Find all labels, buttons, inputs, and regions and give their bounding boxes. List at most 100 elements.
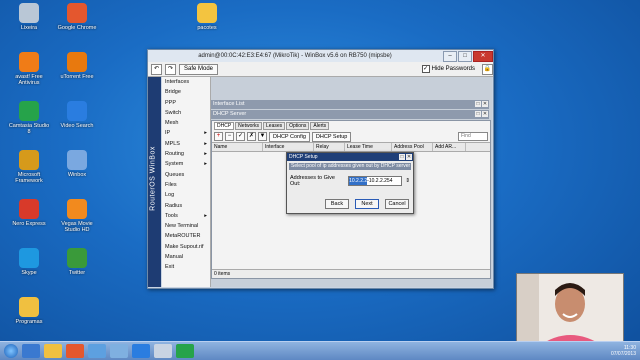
close-icon[interactable]: ✕ — [482, 101, 488, 107]
dhcp-server-titlebar[interactable]: DHCP Server □ ✕ — [211, 110, 489, 119]
restore-icon[interactable]: □ — [399, 154, 405, 160]
menu-item[interactable]: PPP — [162, 98, 210, 108]
app-icon[interactable] — [19, 101, 39, 121]
menu-item[interactable]: IP ▸ — [162, 128, 210, 138]
taskbar-app-icon[interactable] — [66, 344, 84, 358]
desktop-icon[interactable]: Winbox — [56, 150, 98, 178]
column-header[interactable]: Relay — [314, 143, 345, 151]
find-input[interactable]: Find — [458, 132, 488, 141]
desktop-icon[interactable]: Lixeira — [8, 3, 50, 31]
menu-item[interactable]: MPLS ▸ — [162, 139, 210, 149]
app-icon[interactable] — [19, 3, 39, 23]
desktop-icon[interactable]: pacotes — [186, 3, 228, 31]
desktop-icon[interactable]: Google Chrome — [56, 3, 98, 31]
app-icon[interactable] — [19, 248, 39, 268]
spin-icon[interactable]: ⇕ — [405, 178, 410, 184]
desktop-icon[interactable]: Video Search — [56, 101, 98, 129]
app-icon[interactable] — [67, 101, 87, 121]
app-icon[interactable] — [67, 52, 87, 72]
desktop-icon[interactable]: avast! Free Antivirus — [8, 52, 50, 86]
taskbar-app-icon[interactable] — [88, 344, 106, 358]
app-icon[interactable] — [67, 150, 87, 170]
minimize-button[interactable]: – — [443, 50, 457, 62]
enable-icon[interactable]: ✓ — [236, 132, 245, 141]
back-button[interactable]: Back — [325, 199, 349, 209]
close-button[interactable]: ✕ — [473, 50, 493, 62]
safe-mode-button[interactable]: Safe Mode — [179, 63, 219, 75]
app-icon[interactable] — [19, 150, 39, 170]
restore-icon[interactable]: □ — [475, 101, 481, 107]
desktop-icon[interactable]: Vegas Movie Studio HD — [56, 199, 98, 233]
undo-icon[interactable]: ↶ — [151, 63, 162, 75]
column-header[interactable]: Add AR... — [433, 143, 466, 151]
app-icon[interactable] — [19, 199, 39, 219]
title-bar[interactable]: admin@00:0C:42:E3:E4:67 (MikroTik) - Win… — [148, 50, 493, 62]
restore-icon[interactable]: □ — [475, 111, 481, 117]
menu-item[interactable]: Manual — [162, 252, 210, 262]
tab-networks[interactable]: Networks — [235, 122, 263, 130]
menu-item[interactable]: New Terminal — [162, 221, 210, 231]
desktop-icon[interactable]: Microsoft Framework — [8, 150, 50, 184]
desktop-icon[interactable]: Twitter — [56, 248, 98, 276]
column-header[interactable]: Address Pool — [392, 143, 433, 151]
dialog-titlebar[interactable]: DHCP Setup □ ✕ — [287, 153, 413, 161]
app-icon[interactable] — [67, 248, 87, 268]
taskbar-app-icon[interactable] — [154, 344, 172, 358]
menu-item[interactable]: Mesh — [162, 118, 210, 128]
remove-icon[interactable]: − — [225, 132, 234, 141]
next-button[interactable]: Next — [355, 199, 379, 209]
desktop-icon[interactable]: Camtasia Studio 8 — [8, 101, 50, 135]
app-icon[interactable] — [197, 3, 217, 23]
hide-passwords-toggle[interactable]: ✓ Hide Passwords — [421, 65, 475, 73]
column-header[interactable]: Name — [212, 143, 263, 151]
menu-item[interactable]: System ▸ — [162, 159, 210, 169]
clock[interactable]: 11:30 07/07/2013 — [611, 345, 636, 357]
menu-item[interactable]: Routing ▸ — [162, 149, 210, 159]
address-pool-input[interactable]: 10.2.2.2 -10.2.2.254 — [348, 176, 403, 186]
app-icon[interactable] — [19, 52, 39, 72]
tab-dhcp[interactable]: DHCP — [214, 122, 235, 130]
desktop-icon[interactable]: Programas — [8, 297, 50, 325]
tab-options[interactable]: Options — [286, 122, 310, 130]
column-header[interactable]: Lease Time — [345, 143, 392, 151]
app-icon[interactable] — [67, 199, 87, 219]
menu-item-label: MetaROUTER — [165, 233, 201, 240]
maximize-button[interactable]: □ — [458, 50, 472, 62]
column-header[interactable]: Interface — [263, 143, 314, 151]
taskbar-app-icon[interactable] — [132, 344, 150, 358]
taskbar-app-icon[interactable] — [22, 344, 40, 358]
menu-item[interactable]: Tools ▸ — [162, 211, 210, 221]
menu-item[interactable]: Exit — [162, 262, 210, 272]
menu-item[interactable]: MetaROUTER — [162, 231, 210, 241]
desktop-icon[interactable]: Nero Express — [8, 199, 50, 227]
tab-leases[interactable]: Leases — [263, 122, 286, 130]
desktop-icon[interactable]: Skype — [8, 248, 50, 276]
menu-item[interactable]: Make Supout.rif — [162, 242, 210, 252]
start-button-icon[interactable] — [4, 344, 18, 358]
interface-list-bar[interactable]: Interface List □ ✕ — [211, 100, 489, 109]
app-icon[interactable] — [67, 3, 87, 23]
dhcp-setup-button[interactable]: DHCP Setup — [311, 131, 352, 142]
tab-alerts[interactable]: Alerts — [310, 122, 330, 130]
taskbar-app-icon[interactable] — [44, 344, 62, 358]
add-icon[interactable]: + — [214, 132, 223, 141]
disable-icon[interactable]: ✗ — [247, 132, 256, 141]
filter-icon[interactable]: ▼ — [258, 132, 267, 141]
taskbar-app-icon[interactable] — [110, 344, 128, 358]
desktop-icon[interactable]: uTorrent Free — [56, 52, 98, 80]
app-icon[interactable] — [19, 297, 39, 317]
cancel-button[interactable]: Cancel — [385, 199, 409, 209]
close-icon[interactable]: ✕ — [406, 154, 412, 160]
menu-item[interactable]: Log — [162, 190, 210, 200]
dhcp-config-button[interactable]: DHCP Config — [269, 131, 310, 142]
taskbar-app-icon[interactable] — [176, 344, 194, 358]
checkbox-icon[interactable]: ✓ — [421, 65, 430, 73]
redo-icon[interactable]: ↷ — [165, 63, 176, 75]
menu-item[interactable]: Switch — [162, 108, 210, 118]
menu-item[interactable]: Queues — [162, 170, 210, 180]
close-icon[interactable]: ✕ — [482, 111, 488, 117]
menu-item[interactable]: Radius — [162, 201, 210, 211]
menu-item[interactable]: Bridge — [162, 87, 210, 97]
menu-item[interactable]: Files — [162, 180, 210, 190]
menu-item[interactable]: Interfaces — [162, 77, 210, 87]
